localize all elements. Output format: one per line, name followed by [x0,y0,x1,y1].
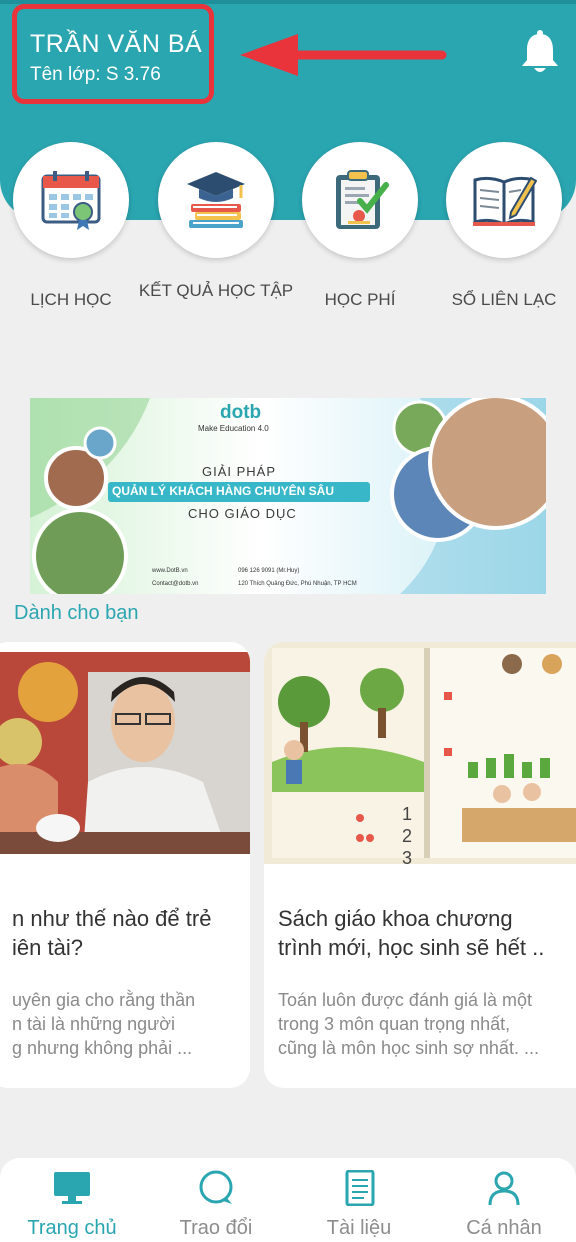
nav-tab-home[interactable]: Trang chủ [2,1170,142,1240]
menu-item-fees[interactable] [298,142,422,258]
nav-tab-chat[interactable]: Trao đổi [146,1170,286,1240]
article-desc-line2: trong 3 môn quan trọng nhất, [278,1014,511,1034]
article-card[interactable]: 1 2 3 Sách giáo khoa chương trình mới, h… [264,642,576,1088]
menu-circle [446,142,562,258]
article-desc-line1: Toán luôn được đánh giá là một [278,990,533,1010]
menu-circle [13,142,129,258]
menu-label-fees: HỌC PHÍ [324,290,396,309]
menu-circle [158,142,274,258]
bell-icon[interactable] [520,30,560,74]
article-photo-man [0,652,250,854]
menu-item-results[interactable] [154,142,278,258]
class-label: Tên lớp: S 3.76 [30,64,161,85]
menu-label-contact-book: SỔ LIÊN LẠC [451,290,557,309]
article-title-line1: n như thế nào để trẻ [12,906,212,931]
banner-address: 120 Thích Quảng Đức, Phú Nhuận, TP HCM [238,581,357,587]
article-title-line2: iên tài? [12,935,83,960]
user-name[interactable]: TRẦN VĂN BÁ [30,30,202,59]
banner-line2: QUẢN LÝ KHÁCH HÀNG CHUYÊN SÂU [112,484,335,498]
svg-text:3: 3 [402,848,412,864]
document-icon [345,1169,375,1207]
article-image: 1 2 3 [264,642,576,864]
banner-line1: GIẢI PHÁP [202,464,277,479]
annotation-arrow-icon [240,34,447,76]
monitor-icon [54,1172,90,1204]
banner-phone: 096 126 9091 (Mr.Huy) [238,568,300,574]
article-desc-line1: uyên gia cho rằng thần [12,990,196,1010]
article-desc-line3: cũng là môn học sinh sợ nhất. ... [278,1038,539,1058]
svg-text:2: 2 [402,826,412,846]
promo-banner[interactable]: dotb Make Education 4.0 GIẢI PHÁP QUẢN L… [30,398,546,594]
article-title-line1: Sách giáo khoa chương [278,906,513,931]
calendar-icon [41,171,101,230]
clipboard-check-icon [336,170,389,229]
nav-label-chat: Trao đổi [179,1217,253,1239]
article-photo-textbook: 1 2 3 [264,642,576,864]
svg-text:1: 1 [402,804,412,824]
banner-tagline: Make Education 4.0 [198,424,269,433]
menu-item-contact-book[interactable] [442,142,566,258]
nav-tab-documents[interactable]: Tài liệu [289,1169,429,1240]
person-icon [488,1171,520,1206]
nav-tab-profile[interactable]: Cá nhân [434,1170,574,1240]
banner-line3: CHO GIÁO DỤC [188,506,297,521]
article-title-line2: trình mới, học sinh sẽ hết .. [278,935,545,960]
menu-item-schedule[interactable] [9,142,133,258]
open-book-pen-icon [473,176,537,227]
article-desc-line2: n tài là những người [12,1014,176,1034]
nav-label-profile: Cá nhân [466,1217,542,1239]
article-image [0,652,250,854]
menu-circle [302,142,418,258]
menu-label-schedule: LỊCH HỌC [30,290,112,309]
banner-website: www.DotB.vn [152,568,188,574]
nav-label-documents: Tài liệu [326,1217,392,1239]
article-card[interactable]: n như thế nào để trẻ iên tài? uyên gia c… [0,642,250,1088]
graduation-books-icon [187,172,245,228]
section-title: Dành cho bạn [14,602,139,624]
menu-label-results: KẾT QUẢ HỌC TẬP [138,281,294,300]
banner-email: Contact@dotb.vn [152,581,199,587]
article-desc-line3: g nhưng không phải ... [12,1038,193,1058]
banner-brand: dotb [220,402,262,423]
nav-label-home: Trang chủ [27,1217,117,1239]
chat-bubble-icon [199,1170,233,1204]
